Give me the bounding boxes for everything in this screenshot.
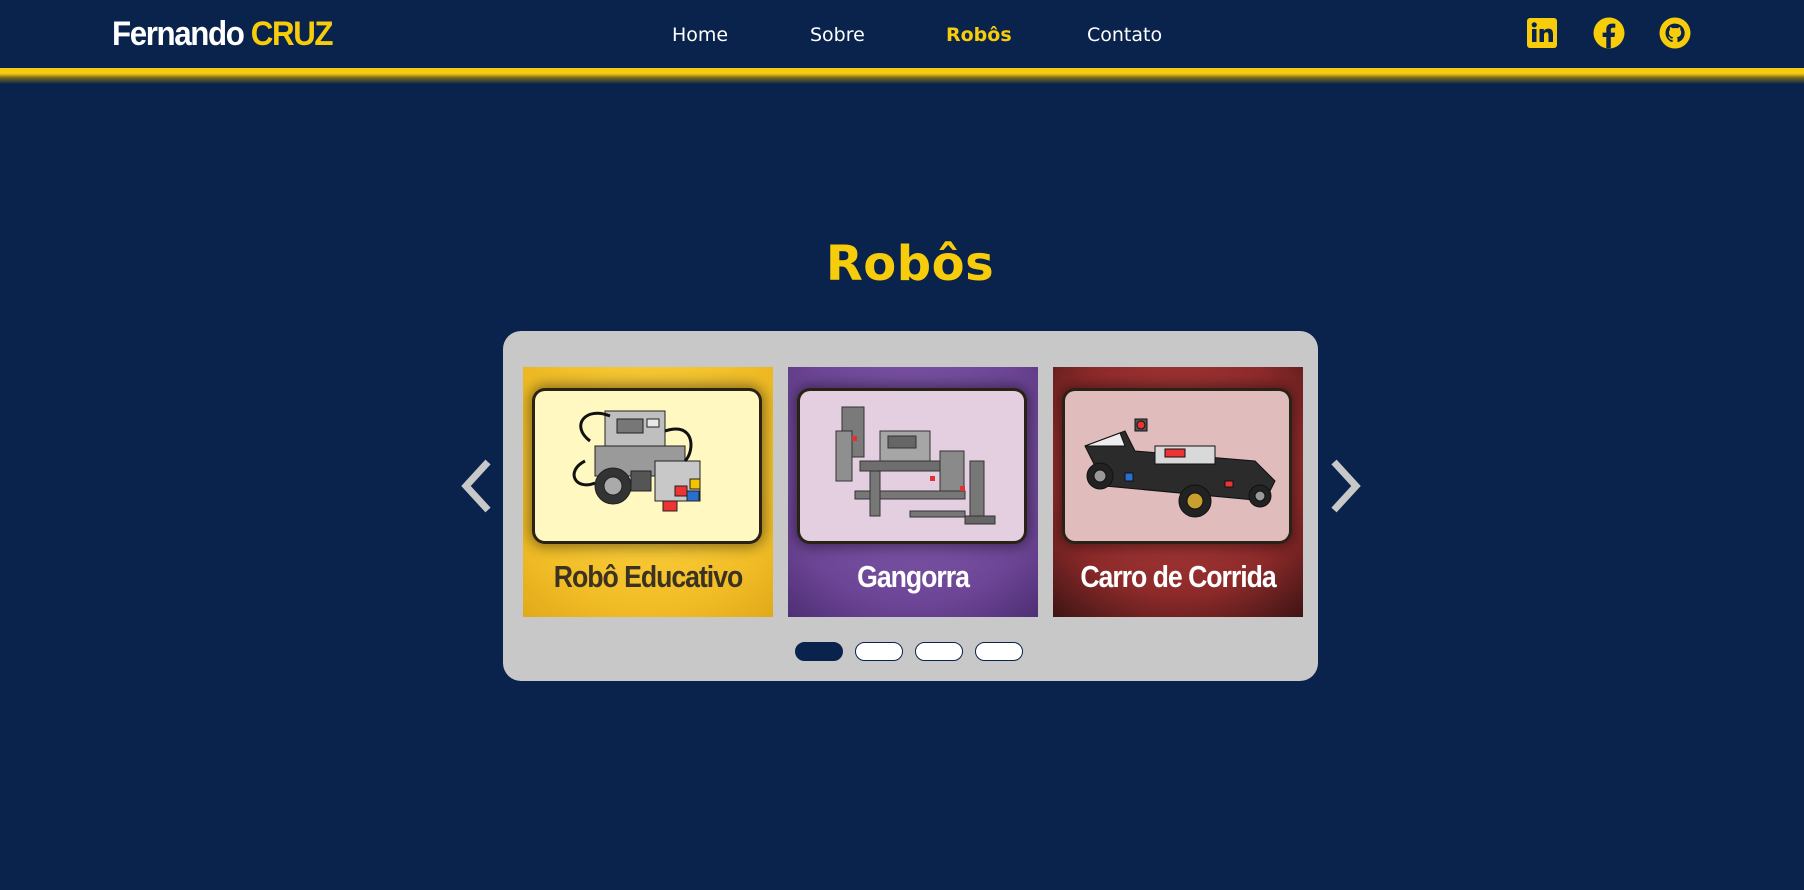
brand-last-name: CRUZ	[250, 15, 334, 53]
carousel-prev-button[interactable]	[458, 458, 498, 514]
card-title: Robô Educativo	[553, 559, 744, 594]
github-icon[interactable]	[1659, 17, 1691, 49]
robot-image	[572, 410, 701, 512]
carousel-indicator-3[interactable]	[915, 642, 963, 661]
carousel-next-button[interactable]	[1324, 458, 1364, 514]
brand-first-name: Fernando	[112, 15, 245, 53]
card-title: Gangorra	[857, 559, 970, 594]
robot-card[interactable]: Gangorra	[788, 367, 1038, 617]
nav-item-home[interactable]: Home	[672, 22, 728, 48]
brand-logo[interactable]: Fernando CRUZ	[112, 12, 334, 56]
carousel-indicator-4[interactable]	[975, 642, 1023, 661]
site-header: Fernando CRUZ Home Sobre Robôs Contato	[0, 0, 1804, 68]
carousel-indicator-1[interactable]	[795, 642, 843, 661]
section-title: Robôs	[825, 236, 995, 292]
facebook-icon[interactable]	[1593, 17, 1625, 49]
seesaw-robot-image	[835, 406, 996, 525]
race-car-image	[1084, 418, 1276, 518]
chevron-right-icon	[1331, 459, 1361, 513]
chevron-left-icon	[461, 459, 491, 513]
nav-item-sobre[interactable]: Sobre	[810, 22, 865, 48]
header-accent-bar	[0, 68, 1804, 84]
card-title: Carro de Corrida	[1080, 559, 1276, 594]
nav-item-contato[interactable]: Contato	[1087, 22, 1162, 48]
robots-carousel: Robô Educativo Gangorra Carro de Corrida	[503, 331, 1318, 681]
linkedin-icon[interactable]	[1526, 17, 1558, 49]
robot-card[interactable]: Carro de Corrida	[1053, 367, 1303, 617]
robot-card[interactable]: Robô Educativo	[523, 367, 773, 617]
nav-item-robos[interactable]: Robôs	[946, 22, 1012, 48]
carousel-indicator-2[interactable]	[855, 642, 903, 661]
